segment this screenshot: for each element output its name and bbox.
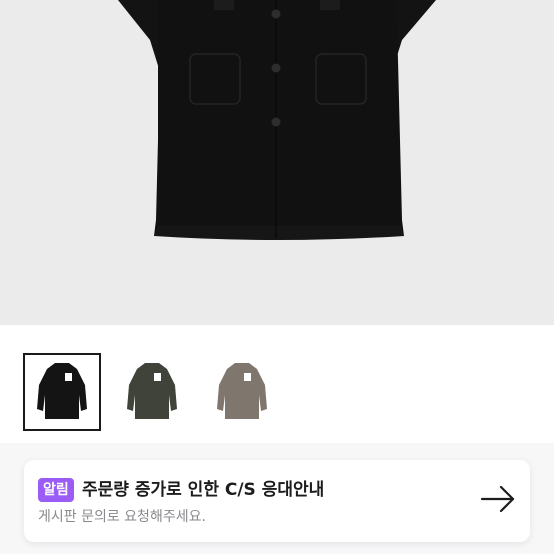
- thumbnail-coat-image: [217, 363, 267, 419]
- arrow-right-icon[interactable]: [480, 484, 516, 514]
- thumbnail-1[interactable]: [23, 353, 101, 431]
- thumbnail-coat-image: [37, 363, 87, 419]
- coat-chest-tab: [320, 0, 340, 10]
- notice-title: 주문량 증가로 인한 C/S 응대안내: [82, 480, 325, 500]
- coat-body: [154, 0, 404, 236]
- thumbnail-coat-image: [127, 363, 177, 419]
- notice-subtitle: 게시판 문의로 요청해주세요.: [38, 509, 206, 525]
- thumbnail-3[interactable]: [203, 353, 281, 431]
- coat-image: [118, 0, 436, 240]
- coat-chest-tab: [214, 0, 234, 10]
- notice-badge: 알림: [38, 478, 74, 502]
- coat-button: [271, 63, 281, 73]
- coat-button: [271, 9, 281, 19]
- thumbnail-2[interactable]: [113, 353, 191, 431]
- coat-button: [271, 117, 281, 127]
- coat-hem: [154, 226, 404, 240]
- thumbnail-strip: [0, 325, 554, 443]
- product-main-image: [0, 0, 554, 325]
- notice-banner[interactable]: 알림 주문량 증가로 인한 C/S 응대안내 게시판 문의로 요청해주세요.: [24, 460, 530, 542]
